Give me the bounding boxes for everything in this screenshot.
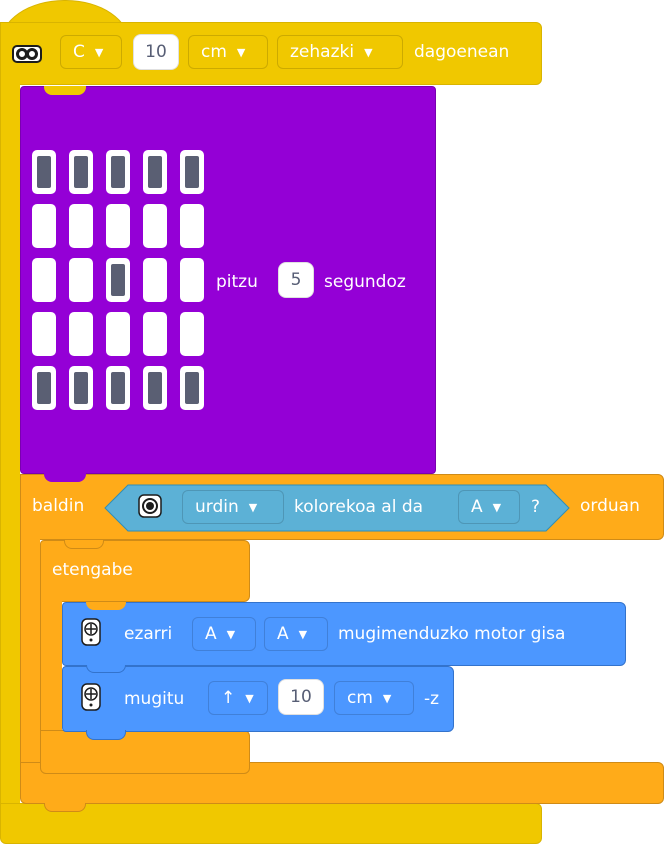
led-pixel[interactable]	[69, 258, 93, 302]
right-motor-dropdown[interactable]: A ▼	[264, 617, 328, 651]
segundoz-label: segundoz	[324, 272, 406, 292]
chevron-down-icon: ▼	[94, 45, 104, 59]
led-pixel[interactable]	[143, 150, 167, 194]
led-pixel[interactable]	[32, 366, 56, 410]
led-pixel[interactable]	[106, 258, 130, 302]
move-distance-input[interactable]: 10	[278, 679, 324, 715]
led-pixel[interactable]	[69, 312, 93, 356]
chevron-down-icon: ▼	[298, 627, 308, 641]
chevron-down-icon: ▼	[236, 45, 246, 59]
set-label: ezarri	[124, 624, 173, 644]
led-pixel[interactable]	[106, 366, 130, 410]
led-pixel[interactable]	[143, 258, 167, 302]
motor-icon	[80, 618, 102, 646]
led-pixel[interactable]	[32, 150, 56, 194]
led-pixel[interactable]	[106, 150, 130, 194]
chevron-down-icon: ▼	[248, 500, 258, 514]
hat-unit-dropdown[interactable]: cm ▼	[188, 35, 268, 69]
block-notch	[44, 86, 86, 95]
led-pixel[interactable]	[32, 312, 56, 356]
block-notch	[44, 473, 86, 482]
question-mark: ?	[531, 497, 541, 517]
distance-input[interactable]: 10	[133, 34, 179, 70]
led-pixel[interactable]	[106, 312, 130, 356]
forever-label: etengabe	[52, 560, 133, 580]
color-port-dropdown[interactable]: A ▼	[458, 490, 520, 524]
color-dropdown[interactable]: urdin ▼	[182, 490, 284, 524]
if-keyword: baldin	[32, 496, 85, 516]
led-pixel[interactable]	[69, 204, 93, 248]
block-tab	[44, 803, 86, 812]
pitzu-label: pitzu	[216, 272, 258, 292]
distance-sensor-icon	[12, 44, 42, 64]
block-notch	[86, 665, 126, 673]
left-motor-dropdown[interactable]: A ▼	[192, 617, 256, 651]
chevron-down-icon: ▼	[382, 691, 392, 705]
set-suffix: mugimenduzko motor gisa	[338, 624, 566, 644]
led-pixel[interactable]	[69, 366, 93, 410]
move-suffix: -z	[424, 689, 440, 709]
block-notch	[64, 540, 104, 549]
hat-suffix: dagoenean	[414, 42, 510, 62]
led-pixel[interactable]	[106, 204, 130, 248]
led-pixel[interactable]	[69, 150, 93, 194]
color-sensor-icon	[138, 494, 162, 518]
comparison-dropdown[interactable]: zehazki ▼	[277, 35, 403, 69]
arrow-up-icon: ↑	[221, 688, 236, 708]
led-pixel[interactable]	[180, 150, 204, 194]
led-pixel[interactable]	[143, 312, 167, 356]
led-pixel[interactable]	[143, 366, 167, 410]
led-pixel[interactable]	[143, 204, 167, 248]
led-pixel[interactable]	[180, 204, 204, 248]
color-question-text: kolorekoa al da	[294, 497, 424, 517]
chevron-down-icon: ▼	[226, 627, 236, 641]
then-keyword: orduan	[580, 496, 640, 516]
block-tab	[86, 730, 126, 740]
led-pixel[interactable]	[180, 258, 204, 302]
led-pixel[interactable]	[32, 258, 56, 302]
chevron-down-icon: ▼	[492, 500, 502, 514]
motor-icon	[80, 683, 102, 711]
seconds-input[interactable]: 5	[278, 262, 314, 298]
led-pixel[interactable]	[180, 366, 204, 410]
move-label: mugitu	[124, 689, 185, 709]
led-pixel[interactable]	[32, 204, 56, 248]
hat-port-value: C	[73, 42, 85, 62]
block-notch	[86, 602, 126, 610]
move-unit-dropdown[interactable]: cm ▼	[334, 681, 414, 715]
led-pixel[interactable]	[180, 312, 204, 356]
chevron-down-icon: ▼	[364, 45, 373, 59]
chevron-down-icon: ▼	[245, 691, 254, 705]
direction-dropdown[interactable]: ↑ ▼	[208, 681, 268, 715]
hat-port-dropdown[interactable]: C ▼	[60, 35, 122, 69]
